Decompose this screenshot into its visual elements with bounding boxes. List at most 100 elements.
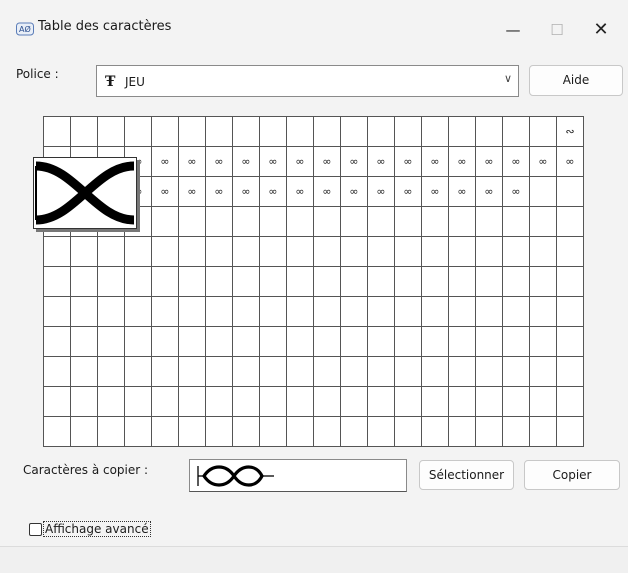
- grid-cell[interactable]: [475, 356, 503, 387]
- grid-cell[interactable]: [502, 386, 530, 417]
- copy-button[interactable]: Copier: [524, 460, 620, 490]
- grid-cell[interactable]: [259, 326, 287, 357]
- grid-cell[interactable]: ∞: [475, 176, 503, 207]
- grid-cell[interactable]: [151, 356, 179, 387]
- grid-cell[interactable]: [205, 206, 233, 237]
- grid-cell[interactable]: [529, 356, 557, 387]
- grid-cell[interactable]: [232, 206, 260, 237]
- grid-cell[interactable]: [475, 116, 503, 147]
- grid-cell[interactable]: [340, 206, 368, 237]
- grid-cell[interactable]: [367, 416, 395, 447]
- grid-cell[interactable]: [475, 416, 503, 447]
- grid-cell[interactable]: [232, 326, 260, 357]
- grid-cell[interactable]: [394, 206, 422, 237]
- grid-cell[interactable]: [178, 326, 206, 357]
- grid-cell[interactable]: [448, 416, 476, 447]
- grid-cell[interactable]: ∞: [340, 146, 368, 177]
- grid-cell[interactable]: [529, 416, 557, 447]
- grid-cell[interactable]: [178, 266, 206, 297]
- grid-cell[interactable]: [124, 416, 152, 447]
- characters-to-copy-input[interactable]: [189, 459, 407, 492]
- grid-cell[interactable]: ∞: [448, 146, 476, 177]
- grid-cell[interactable]: [178, 356, 206, 387]
- grid-cell[interactable]: ∞: [151, 146, 179, 177]
- grid-cell[interactable]: [232, 356, 260, 387]
- grid-cell[interactable]: [232, 416, 260, 447]
- grid-cell[interactable]: [367, 296, 395, 327]
- grid-cell[interactable]: [502, 116, 530, 147]
- grid-cell[interactable]: [70, 266, 98, 297]
- grid-cell[interactable]: [286, 326, 314, 357]
- grid-cell[interactable]: ∞: [340, 176, 368, 207]
- grid-cell[interactable]: [394, 416, 422, 447]
- grid-cell[interactable]: [475, 236, 503, 267]
- grid-cell[interactable]: ∞: [556, 146, 584, 177]
- grid-cell[interactable]: [529, 386, 557, 417]
- grid-cell[interactable]: [124, 356, 152, 387]
- grid-cell[interactable]: [556, 386, 584, 417]
- grid-cell[interactable]: [97, 416, 125, 447]
- grid-cell[interactable]: [43, 296, 71, 327]
- grid-cell[interactable]: [394, 326, 422, 357]
- grid-cell[interactable]: [124, 326, 152, 357]
- grid-cell[interactable]: [313, 416, 341, 447]
- grid-cell[interactable]: [502, 326, 530, 357]
- grid-cell[interactable]: [502, 296, 530, 327]
- grid-cell[interactable]: [448, 266, 476, 297]
- grid-cell[interactable]: ∞: [232, 146, 260, 177]
- grid-cell[interactable]: [205, 296, 233, 327]
- grid-cell[interactable]: [502, 266, 530, 297]
- grid-cell[interactable]: [448, 296, 476, 327]
- grid-cell[interactable]: [502, 356, 530, 387]
- grid-cell[interactable]: [232, 386, 260, 417]
- grid-cell[interactable]: [556, 176, 584, 207]
- grid-cell[interactable]: ∞: [475, 146, 503, 177]
- grid-cell[interactable]: [313, 236, 341, 267]
- grid-cell[interactable]: [70, 416, 98, 447]
- grid-cell[interactable]: [124, 386, 152, 417]
- advanced-view-label[interactable]: Affichage avancé: [43, 521, 151, 537]
- grid-cell[interactable]: [421, 266, 449, 297]
- advanced-view-checkbox[interactable]: [29, 523, 42, 536]
- grid-cell[interactable]: [340, 266, 368, 297]
- grid-cell[interactable]: [178, 236, 206, 267]
- grid-cell[interactable]: [556, 266, 584, 297]
- grid-cell[interactable]: [205, 416, 233, 447]
- grid-cell[interactable]: [529, 116, 557, 147]
- grid-cell[interactable]: [151, 206, 179, 237]
- grid-cell[interactable]: [151, 296, 179, 327]
- grid-cell[interactable]: [205, 386, 233, 417]
- grid-cell[interactable]: [178, 116, 206, 147]
- grid-cell[interactable]: [556, 326, 584, 357]
- grid-cell[interactable]: [178, 416, 206, 447]
- grid-cell[interactable]: ∞: [367, 146, 395, 177]
- grid-cell[interactable]: [205, 236, 233, 267]
- grid-cell[interactable]: [97, 116, 125, 147]
- grid-cell[interactable]: [286, 356, 314, 387]
- grid-cell[interactable]: [43, 236, 71, 267]
- grid-cell[interactable]: [394, 266, 422, 297]
- grid-cell[interactable]: [448, 386, 476, 417]
- grid-cell[interactable]: [475, 296, 503, 327]
- grid-cell[interactable]: [475, 386, 503, 417]
- grid-cell[interactable]: ∞: [205, 176, 233, 207]
- grid-cell[interactable]: [70, 296, 98, 327]
- grid-cell[interactable]: [205, 326, 233, 357]
- grid-cell[interactable]: [178, 386, 206, 417]
- grid-cell[interactable]: [421, 236, 449, 267]
- grid-cell[interactable]: [448, 116, 476, 147]
- grid-cell[interactable]: [529, 176, 557, 207]
- grid-cell[interactable]: [205, 266, 233, 297]
- grid-cell[interactable]: [529, 326, 557, 357]
- grid-cell[interactable]: [151, 386, 179, 417]
- grid-cell[interactable]: [367, 116, 395, 147]
- grid-cell[interactable]: [421, 326, 449, 357]
- grid-cell[interactable]: ∞: [367, 176, 395, 207]
- grid-cell[interactable]: [367, 386, 395, 417]
- grid-cell[interactable]: [313, 386, 341, 417]
- grid-cell[interactable]: [556, 296, 584, 327]
- grid-cell[interactable]: [421, 116, 449, 147]
- grid-cell[interactable]: [43, 416, 71, 447]
- grid-cell[interactable]: [232, 296, 260, 327]
- grid-cell[interactable]: [259, 266, 287, 297]
